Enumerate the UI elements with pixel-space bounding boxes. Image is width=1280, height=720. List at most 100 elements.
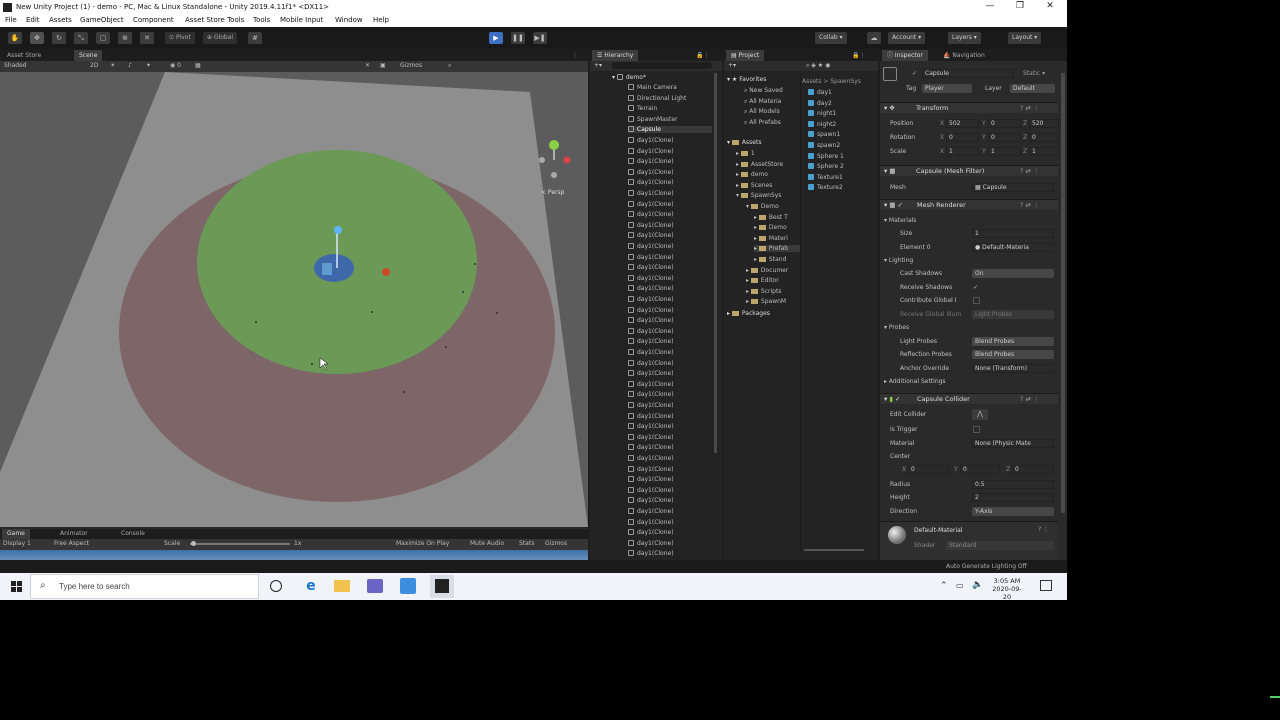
custom-tool-icon[interactable]: ✕ bbox=[140, 32, 154, 44]
tab-game[interactable]: Game bbox=[2, 529, 30, 539]
hierarchy-item[interactable]: day1(Clone) bbox=[628, 359, 674, 367]
tray-overflow-icon[interactable]: ⌃ bbox=[940, 581, 948, 591]
light-probes-dropdown[interactable]: Blend Probes bbox=[972, 337, 1054, 346]
grid-toggle-icon[interactable]: ▦ bbox=[195, 62, 201, 69]
object-name-field[interactable]: Capsule bbox=[922, 69, 1014, 78]
maximize-button[interactable]: ❐ bbox=[1005, 1, 1035, 13]
materials-size-field[interactable]: 1 bbox=[972, 229, 1054, 238]
element0-field[interactable]: ● Default-Materia bbox=[972, 243, 1054, 252]
close-button[interactable]: ✕ bbox=[1035, 1, 1065, 13]
hierarchy-scrollbar[interactable] bbox=[714, 73, 717, 453]
hierarchy-item[interactable]: day1(Clone) bbox=[628, 380, 674, 388]
clock[interactable]: 3:05 AM 2020-09-20 bbox=[989, 577, 1025, 600]
scene-search-icon[interactable]: ⌕ bbox=[448, 62, 451, 70]
project-file-item[interactable]: Sphere 1 bbox=[808, 152, 844, 160]
hierarchy-item-directional-light[interactable]: Directional Light bbox=[628, 94, 686, 102]
hierarchy-item[interactable]: day1(Clone) bbox=[628, 486, 674, 494]
hierarchy-item[interactable]: day1(Clone) bbox=[628, 370, 674, 377]
hierarchy-item[interactable]: day1(Clone) bbox=[628, 508, 674, 515]
mesh-field[interactable]: ▦ Capsule bbox=[972, 183, 1054, 192]
materials-foldout[interactable]: ▾ Materials bbox=[884, 217, 916, 224]
collab-dropdown[interactable]: Collab ▾ bbox=[815, 32, 847, 44]
hierarchy-item[interactable]: day1(Clone) bbox=[628, 497, 674, 504]
probes-foldout[interactable]: ▾ Probes bbox=[884, 324, 909, 331]
cast-shadows-dropdown[interactable]: On bbox=[972, 269, 1054, 278]
position-y-field[interactable]: 0 bbox=[988, 119, 1021, 128]
menu-mobile-input[interactable]: Mobile Input bbox=[280, 16, 323, 24]
hand-tool-icon[interactable]: ✋ bbox=[8, 32, 22, 44]
tab-asset-store[interactable]: Asset Store bbox=[2, 50, 46, 61]
hierarchy-item[interactable]: day1(Clone) bbox=[628, 539, 674, 547]
layer-dropdown[interactable]: Default bbox=[1010, 84, 1055, 93]
pause-button[interactable]: ❚❚ bbox=[511, 32, 525, 44]
hierarchy-item-capsule[interactable]: Capsule bbox=[628, 126, 712, 134]
hierarchy-item[interactable]: day1(Clone) bbox=[628, 412, 674, 420]
tools-icon[interactable]: ✕ bbox=[365, 62, 370, 69]
hierarchy-item-spawnmaster[interactable]: SpawnMaster bbox=[628, 115, 678, 123]
tab-hierarchy[interactable]: ☰ Hierarchy bbox=[592, 50, 639, 61]
lighting-foldout[interactable]: ▾ Lighting bbox=[884, 257, 913, 264]
mesh-renderer-menu-icon[interactable]: ? ⇄ ⋮ bbox=[1020, 201, 1040, 209]
hierarchy-item[interactable]: day1(Clone) bbox=[628, 147, 674, 155]
hierarchy-item[interactable]: day1(Clone) bbox=[628, 338, 674, 345]
hierarchy-item[interactable]: day1(Clone) bbox=[628, 444, 674, 451]
hierarchy-item[interactable]: day1(Clone) bbox=[628, 327, 674, 335]
app-icon-blue[interactable] bbox=[400, 578, 416, 594]
step-button[interactable]: ▶❚ bbox=[533, 32, 547, 44]
unity-taskbar-active[interactable] bbox=[430, 575, 454, 598]
favorites-item[interactable]: ⌕ New Saved bbox=[744, 87, 783, 95]
aspect-dropdown[interactable]: Free Aspect bbox=[54, 540, 89, 547]
static-dropdown[interactable]: Static ▾ bbox=[1023, 70, 1045, 77]
folder-item[interactable]: ▸ Documer bbox=[746, 267, 788, 274]
volume-icon[interactable]: 🔈 bbox=[972, 580, 983, 590]
favorites-item[interactable]: ⌕ All Materia bbox=[744, 98, 781, 106]
tab-console[interactable]: Console bbox=[116, 529, 150, 539]
folder-item[interactable]: ▾ Demo bbox=[746, 203, 779, 210]
hierarchy-item[interactable]: day1(Clone) bbox=[628, 476, 674, 483]
menu-help[interactable]: Help bbox=[373, 16, 389, 24]
scale-x-field[interactable]: 1 bbox=[946, 147, 979, 156]
hierarchy-item[interactable]: day1(Clone) bbox=[628, 349, 674, 356]
project-file-item[interactable]: night1 bbox=[808, 110, 836, 117]
hierarchy-item[interactable]: day1(Clone) bbox=[628, 221, 674, 229]
hierarchy-item[interactable]: day1(Clone) bbox=[628, 264, 674, 271]
hierarchy-item[interactable]: day1(Clone) bbox=[628, 402, 674, 409]
center-z-field[interactable]: 0 bbox=[1012, 465, 1054, 474]
play-button[interactable]: ▶ bbox=[489, 32, 503, 44]
cortana-icon[interactable] bbox=[270, 580, 282, 592]
effects-toggle-icon[interactable]: ✦ bbox=[146, 62, 151, 69]
receive-shadows-checkbox[interactable]: ✓ bbox=[973, 284, 978, 291]
project-file-item[interactable]: Texture2 bbox=[808, 184, 843, 191]
scale-y-field[interactable]: 1 bbox=[988, 147, 1021, 156]
rotate-tool-icon[interactable]: ↻ bbox=[52, 32, 66, 44]
hierarchy-item[interactable]: day1(Clone) bbox=[628, 529, 674, 536]
radius-field[interactable]: 0.5 bbox=[972, 480, 1054, 489]
anchor-override-field[interactable]: None (Transform) bbox=[972, 364, 1054, 373]
folder-item[interactable]: ▸ Stand bbox=[754, 256, 786, 263]
project-filter-icons[interactable]: ⌕ ◈ ★ ◉ bbox=[806, 62, 830, 70]
project-file-item[interactable]: spawn2 bbox=[808, 142, 840, 149]
maximize-on-play-toggle[interactable]: Maximize On Play bbox=[396, 540, 449, 547]
rotation-x-field[interactable]: 0 bbox=[946, 133, 979, 142]
hierarchy-item[interactable]: day1(Clone) bbox=[628, 433, 674, 441]
folder-item[interactable]: ▸ Best T bbox=[754, 214, 788, 221]
hierarchy-search-input[interactable] bbox=[612, 62, 712, 69]
hierarchy-item[interactable]: day1(Clone) bbox=[628, 158, 674, 165]
assets-header[interactable]: ▾ Assets bbox=[727, 139, 761, 146]
scale-tool-icon[interactable]: ⤡ bbox=[74, 32, 88, 44]
windows-start-icon[interactable] bbox=[11, 581, 22, 592]
taskbar-search[interactable]: ⌕ Type here to search bbox=[30, 574, 259, 599]
gizmos-dropdown[interactable]: Gizmos bbox=[400, 62, 422, 69]
lighting-toggle-icon[interactable]: ☀ bbox=[110, 62, 115, 69]
hierarchy-item[interactable]: day1(Clone) bbox=[628, 243, 674, 250]
shader-dropdown[interactable]: Standard bbox=[946, 541, 1054, 550]
favorites-item[interactable]: ⌕ All Models bbox=[744, 108, 780, 116]
shading-mode-dropdown[interactable]: Shaded bbox=[4, 62, 27, 69]
folder-item[interactable]: ▸ Demo bbox=[754, 224, 787, 231]
hierarchy-item[interactable]: day1(Clone) bbox=[628, 274, 674, 282]
scene-root-item[interactable]: ▾ demo* bbox=[612, 74, 646, 81]
scale-slider[interactable] bbox=[190, 543, 290, 545]
mesh-renderer-header[interactable]: ▾ ▦ ✓ Mesh Renderer ? ⇄ ⋮ bbox=[880, 199, 1058, 210]
account-dropdown[interactable]: Account ▾ bbox=[888, 32, 926, 44]
menu-window[interactable]: Window bbox=[335, 16, 363, 24]
